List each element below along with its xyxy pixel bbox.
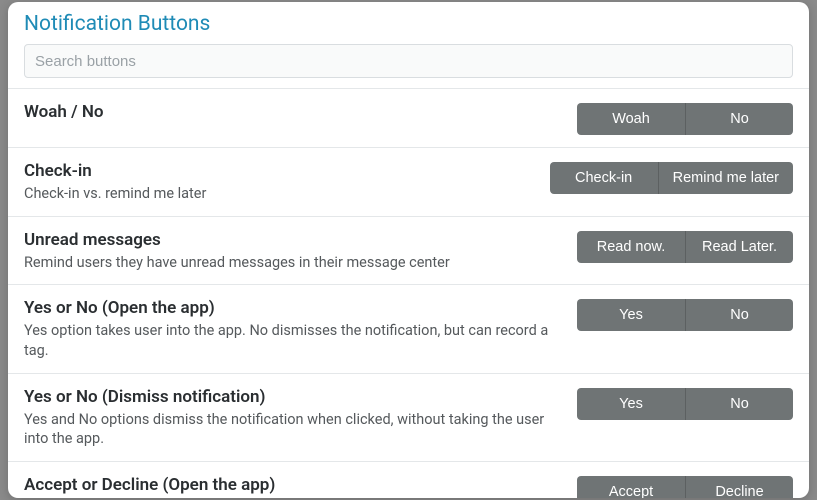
- notification-button[interactable]: Accept: [577, 476, 685, 498]
- notification-button-group: YesNo: [577, 299, 793, 331]
- notification-button[interactable]: No: [685, 388, 793, 420]
- notification-button[interactable]: Decline: [685, 476, 793, 498]
- notification-button-group: Read now.Read Later.: [577, 231, 793, 263]
- list-item-desc: Yes and No options dismiss the notificat…: [24, 410, 565, 449]
- list-item-title: Woah / No: [24, 101, 565, 123]
- list-item-title: Unread messages: [24, 229, 565, 251]
- list-item[interactable]: Yes or No (Open the app)Yes option takes…: [8, 285, 809, 373]
- modal-title: Notification Buttons: [8, 2, 809, 44]
- notification-button[interactable]: Read Later.: [685, 231, 793, 263]
- list-item-meta: Yes or No (Open the app)Yes option takes…: [24, 297, 577, 360]
- list-item-desc: Check-in vs. remind me later: [24, 184, 538, 204]
- list-item[interactable]: Unread messagesRemind users they have un…: [8, 217, 809, 286]
- notification-button[interactable]: No: [685, 299, 793, 331]
- list-item-meta: Check-inCheck-in vs. remind me later: [24, 160, 550, 204]
- list-item-title: Check-in: [24, 160, 538, 182]
- list-item-title: Yes or No (Open the app): [24, 297, 565, 319]
- list-item[interactable]: Accept or Decline (Open the app)Accept o…: [8, 462, 809, 498]
- list-item-desc: Yes option takes user into the app. No d…: [24, 321, 565, 360]
- notification-button[interactable]: Woah: [577, 103, 685, 135]
- notification-button-group: WoahNo: [577, 103, 793, 135]
- notification-button-list: Woah / NoWoahNoCheck-inCheck-in vs. remi…: [8, 88, 809, 498]
- notification-button-group: Check-inRemind me later: [550, 162, 793, 194]
- list-item-meta: Unread messagesRemind users they have un…: [24, 229, 577, 273]
- notification-button[interactable]: No: [685, 103, 793, 135]
- list-item-meta: Yes or No (Dismiss notification)Yes and …: [24, 386, 577, 449]
- search-wrap: [8, 44, 809, 88]
- list-item-meta: Woah / No: [24, 101, 577, 123]
- notification-button[interactable]: Yes: [577, 388, 685, 420]
- notification-button[interactable]: Remind me later: [658, 162, 793, 194]
- notification-button[interactable]: Yes: [577, 299, 685, 331]
- list-item-title: Yes or No (Dismiss notification): [24, 386, 565, 408]
- list-item[interactable]: Check-inCheck-in vs. remind me laterChec…: [8, 148, 809, 217]
- notification-button-group: YesNo: [577, 388, 793, 420]
- notification-button[interactable]: Check-in: [550, 162, 658, 194]
- notification-buttons-modal: Notification Buttons Woah / NoWoahNoChec…: [8, 2, 809, 498]
- list-item-title: Accept or Decline (Open the app): [24, 474, 565, 496]
- search-input[interactable]: [24, 44, 793, 78]
- notification-button-group: AcceptDecline: [577, 476, 793, 498]
- list-item-meta: Accept or Decline (Open the app)Accept o…: [24, 474, 577, 498]
- list-item[interactable]: Yes or No (Dismiss notification)Yes and …: [8, 374, 809, 462]
- list-item-desc: Remind users they have unread messages i…: [24, 253, 565, 273]
- notification-button[interactable]: Read now.: [577, 231, 685, 263]
- list-item[interactable]: Woah / No WoahNo: [8, 88, 809, 148]
